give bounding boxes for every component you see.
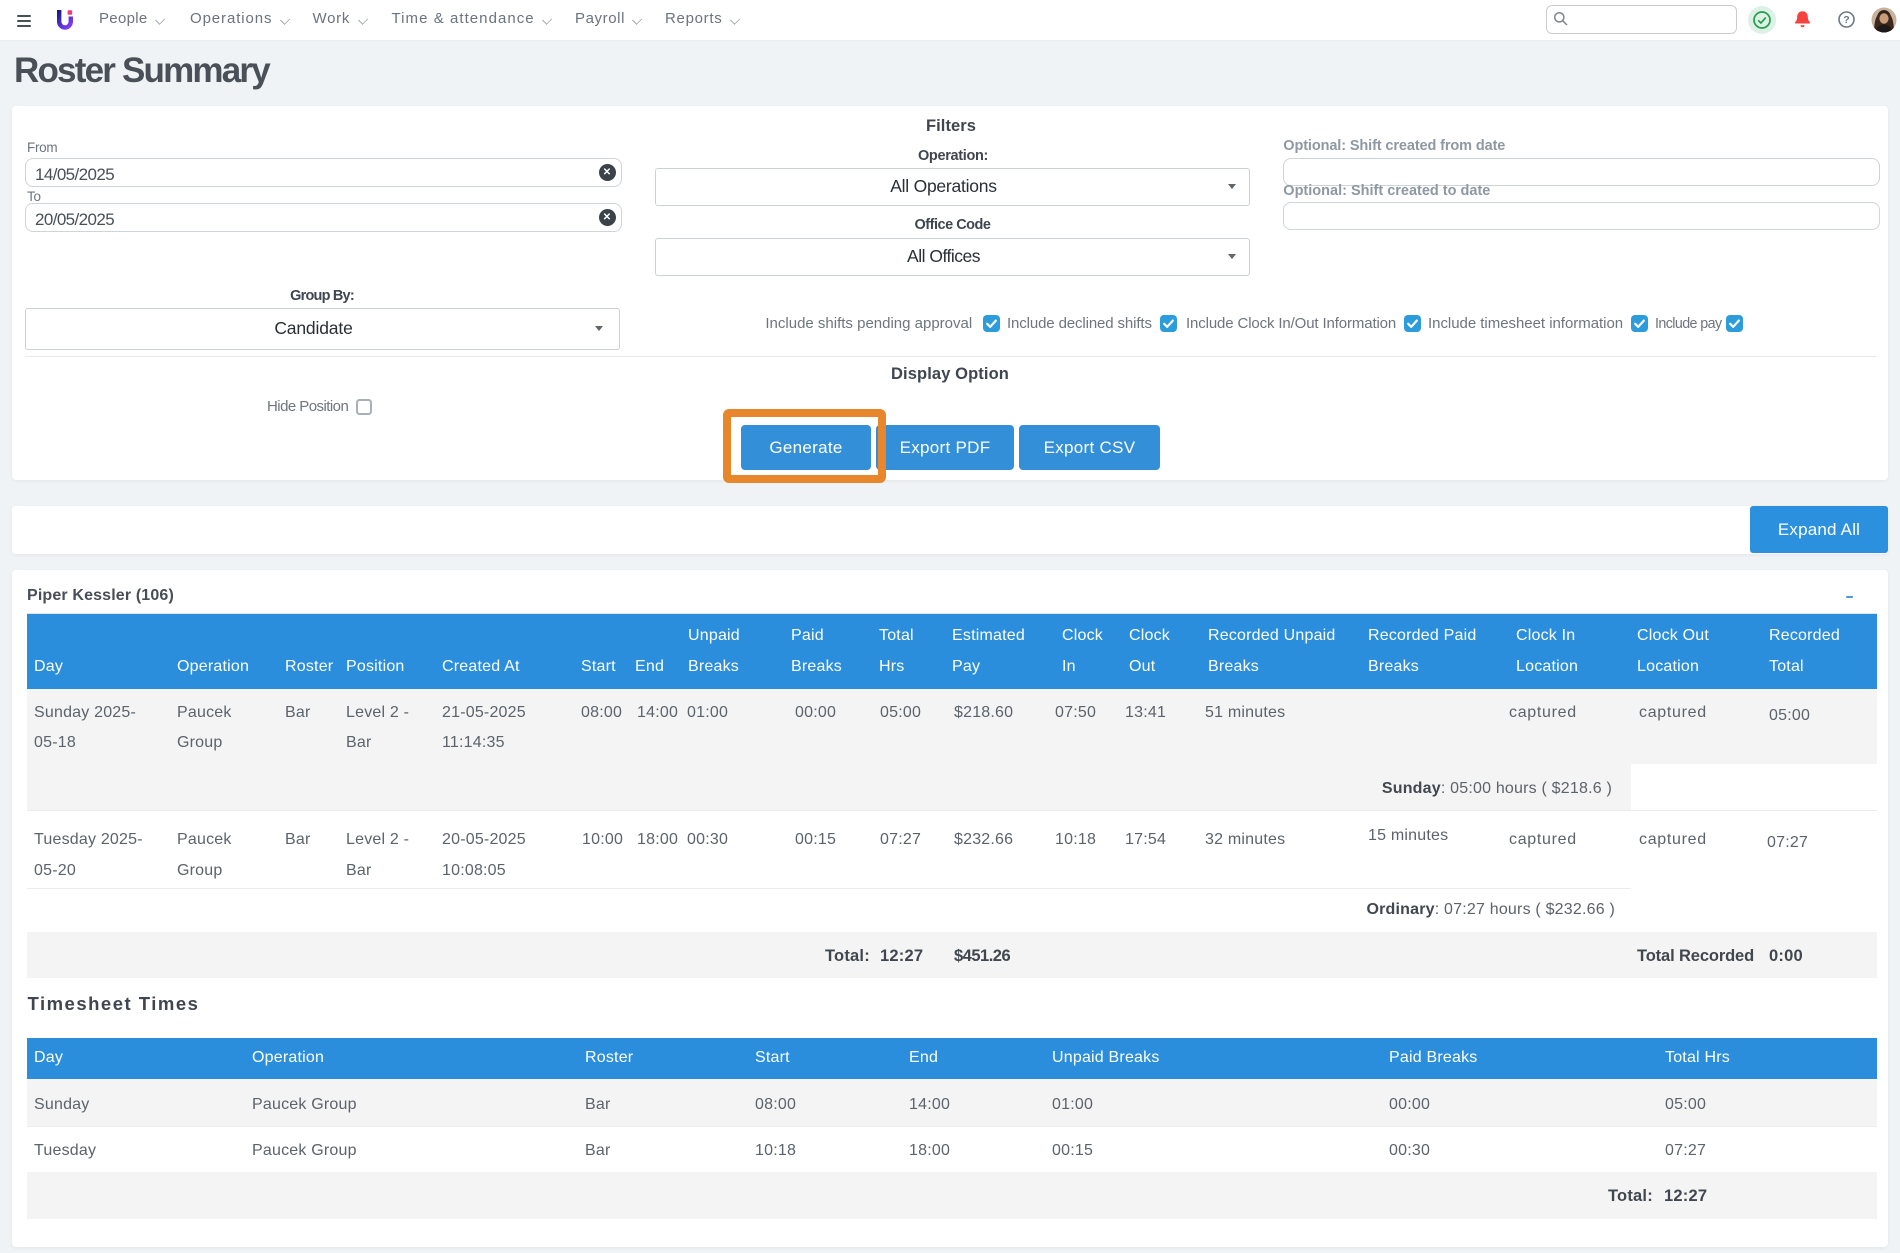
- svg-text:?: ?: [1843, 14, 1849, 26]
